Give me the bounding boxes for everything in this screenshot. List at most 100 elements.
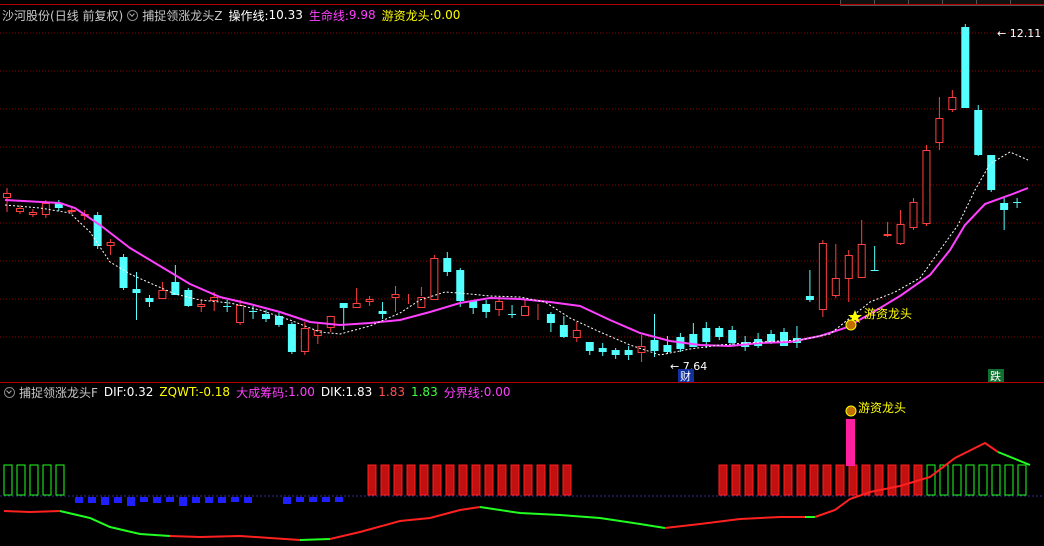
candle-body (805, 296, 814, 300)
candle-body (352, 303, 361, 308)
candle-body (339, 303, 348, 308)
indicator-name[interactable]: 捕捉领涨龙头Z (142, 7, 222, 24)
sub-bar (393, 464, 403, 496)
sub-bar (718, 464, 728, 496)
sub-trend-line (479, 506, 666, 529)
sub-trend-line (299, 538, 331, 541)
sub-indicator-menu-icon[interactable] (4, 386, 15, 398)
hot-money-label: 游资龙头: (381, 8, 434, 23)
sub-blue-bar (335, 497, 343, 502)
sub-bar (419, 464, 429, 496)
sub-blue-bar (283, 497, 291, 504)
zqwt-label: ZQWT: (159, 385, 200, 399)
candle-body (546, 314, 555, 323)
indicator-menu-icon[interactable] (127, 9, 139, 21)
sub-bar (432, 464, 442, 496)
candle-body (702, 328, 711, 342)
sub-bar (952, 464, 962, 496)
sub-trend-line (3, 510, 61, 514)
value-3: 1.83 (410, 385, 438, 399)
stock-name: 沙河股份 (2, 8, 51, 23)
candle-body (326, 316, 335, 328)
sub-bar (861, 464, 871, 496)
candle-body (158, 290, 167, 299)
candle-body (262, 314, 270, 319)
sub-bar (887, 464, 897, 496)
sub-bar (42, 464, 52, 496)
candle-body (184, 290, 193, 306)
candle-body (106, 242, 115, 246)
sub-bar (809, 464, 819, 496)
sub-bar (900, 464, 910, 496)
dik-label: DIK: (320, 385, 346, 399)
sub-trend-line (329, 506, 481, 540)
op-line-value: 10.33 (268, 8, 303, 22)
candle-body (443, 258, 452, 272)
value-2: 1.83 (378, 385, 405, 399)
hot-money-value: 0.00 (433, 8, 461, 22)
candle-body (274, 316, 283, 325)
dik-value: 1.83 (345, 385, 373, 399)
candle-body (378, 311, 387, 314)
sub-bar (835, 464, 845, 496)
sub-blue-bar (153, 497, 161, 503)
sub-bar (406, 464, 416, 496)
sub-blue-bar (166, 497, 174, 502)
sub-bar (484, 464, 494, 496)
sub-bar (55, 464, 65, 496)
chip-label: 大成筹码: (236, 385, 289, 400)
candle-body (611, 350, 620, 355)
border-value: 0.00 (483, 385, 511, 399)
candle-body (287, 324, 296, 352)
sub-bar (965, 464, 975, 496)
sub-bar (445, 464, 455, 496)
candle-body (145, 298, 154, 302)
candle-body (171, 282, 180, 295)
sub-bar (510, 464, 520, 496)
sub-trend-line (59, 510, 171, 537)
sub-bar (458, 464, 468, 496)
candle-body (1000, 203, 1009, 210)
dif-label: DIF: (103, 385, 127, 399)
sub-indicator-name[interactable]: 捕捉领涨龙头F (19, 384, 98, 401)
sub-blue-bar (127, 497, 135, 506)
candle-body (521, 306, 529, 316)
candle-body (663, 345, 672, 352)
main-indicator-header: 沙河股份 (日线 前复权) 捕捉领涨龙头Z 操作线: 10.33 生命线: 9.… (2, 7, 460, 23)
candle-body (780, 332, 788, 346)
life-line-value: 9.98 (348, 8, 376, 22)
candle-body (249, 311, 258, 312)
sub-blue-bar (114, 497, 122, 503)
sub-bar (848, 464, 858, 496)
candle-body (391, 294, 400, 298)
candle-body (896, 224, 905, 244)
sub-bar (770, 464, 780, 496)
candle-body (119, 257, 128, 288)
candle-body (715, 328, 724, 337)
sub-bar (380, 464, 390, 496)
sub-trend-line (997, 451, 1031, 466)
candle-body (482, 304, 491, 312)
sub-bar (16, 464, 26, 496)
candle-body (987, 155, 996, 190)
sub-bar (367, 464, 377, 496)
candle-body (935, 118, 944, 143)
candle-body (15, 208, 24, 212)
candle-body (974, 110, 983, 155)
sub-bar (3, 464, 13, 496)
sub-money-bag-icon (845, 405, 857, 417)
money-bag-icon (845, 319, 857, 331)
kline-chart[interactable]: ← 12.11← 7.64游资龙头财跌 游资龙头 (0, 0, 1044, 546)
op-line-label: 操作线: (228, 8, 269, 23)
sub-blue-bar (88, 497, 96, 503)
sub-signal-label: 游资龙头 (858, 401, 906, 415)
candle-body (430, 258, 439, 300)
sub-bar (536, 464, 546, 496)
candle-body (598, 348, 607, 352)
sub-blue-bar (205, 497, 213, 503)
candle-body (300, 328, 309, 352)
sub-blue-bar (322, 497, 330, 502)
sub-blue-bar (75, 497, 83, 503)
sub-bar (796, 464, 806, 496)
hot-money-signal-label: 游资龙头 (864, 307, 912, 321)
